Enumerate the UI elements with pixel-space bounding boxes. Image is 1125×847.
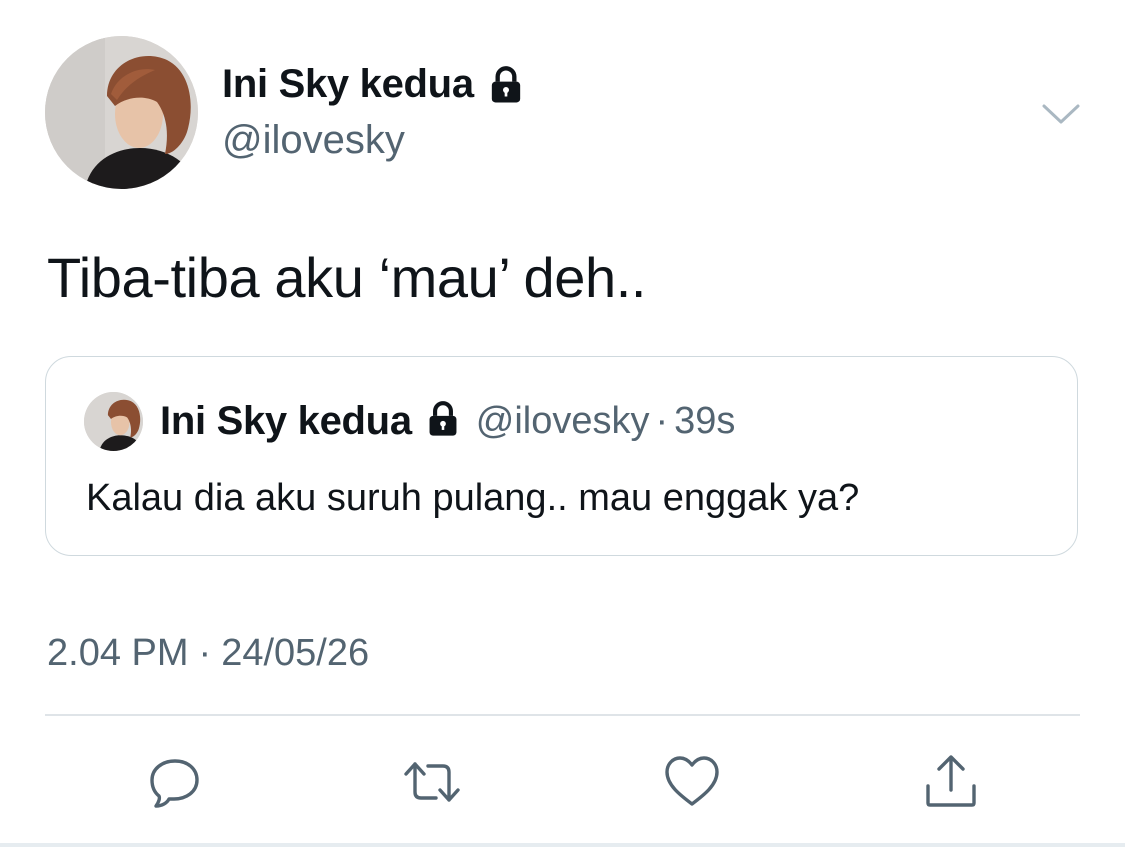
quoted-header: Ini Sky kedua @ilovesky · 39s — [160, 399, 735, 444]
quoted-text: Kalau dia aku suruh pulang.. mau enggak … — [86, 477, 860, 519]
like-icon[interactable] — [662, 752, 722, 812]
retweet-icon[interactable] — [402, 752, 462, 812]
share-icon[interactable] — [921, 752, 981, 812]
bottom-border — [0, 843, 1125, 847]
author-handle[interactable]: @ilovesky — [222, 118, 405, 163]
avatar[interactable] — [45, 36, 198, 189]
tweet-metadata: 2.04 PM · 24/05/26 — [47, 632, 369, 675]
author-display-name[interactable]: Ini Sky kedua — [222, 62, 474, 107]
tweet-time[interactable]: 2.04 PM — [47, 632, 189, 674]
reply-icon[interactable] — [145, 752, 205, 812]
quoted-display-name[interactable]: Ini Sky kedua — [160, 399, 412, 444]
tweet-text: Tiba-tiba aku ‘mau’ deh.. — [47, 246, 647, 309]
quoted-separator: · — [655, 400, 669, 442]
chevron-down-icon[interactable] — [1040, 96, 1082, 128]
meta-separator: · — [198, 632, 212, 674]
tweet-date[interactable]: 24/05/26 — [221, 632, 369, 674]
quoted-timestamp[interactable]: 39s — [674, 400, 735, 443]
author-name-row[interactable]: Ini Sky kedua — [222, 62, 526, 107]
lock-icon — [486, 65, 526, 105]
quoted-handle[interactable]: @ilovesky — [476, 400, 650, 443]
divider — [45, 714, 1080, 716]
quoted-avatar[interactable] — [84, 392, 143, 451]
quoted-avatar-image — [84, 392, 143, 451]
avatar-image — [45, 36, 198, 189]
lock-icon — [424, 400, 462, 443]
quoted-tweet[interactable]: Ini Sky kedua @ilovesky · 39s Kalau dia … — [45, 356, 1078, 556]
action-bar — [0, 752, 1125, 812]
